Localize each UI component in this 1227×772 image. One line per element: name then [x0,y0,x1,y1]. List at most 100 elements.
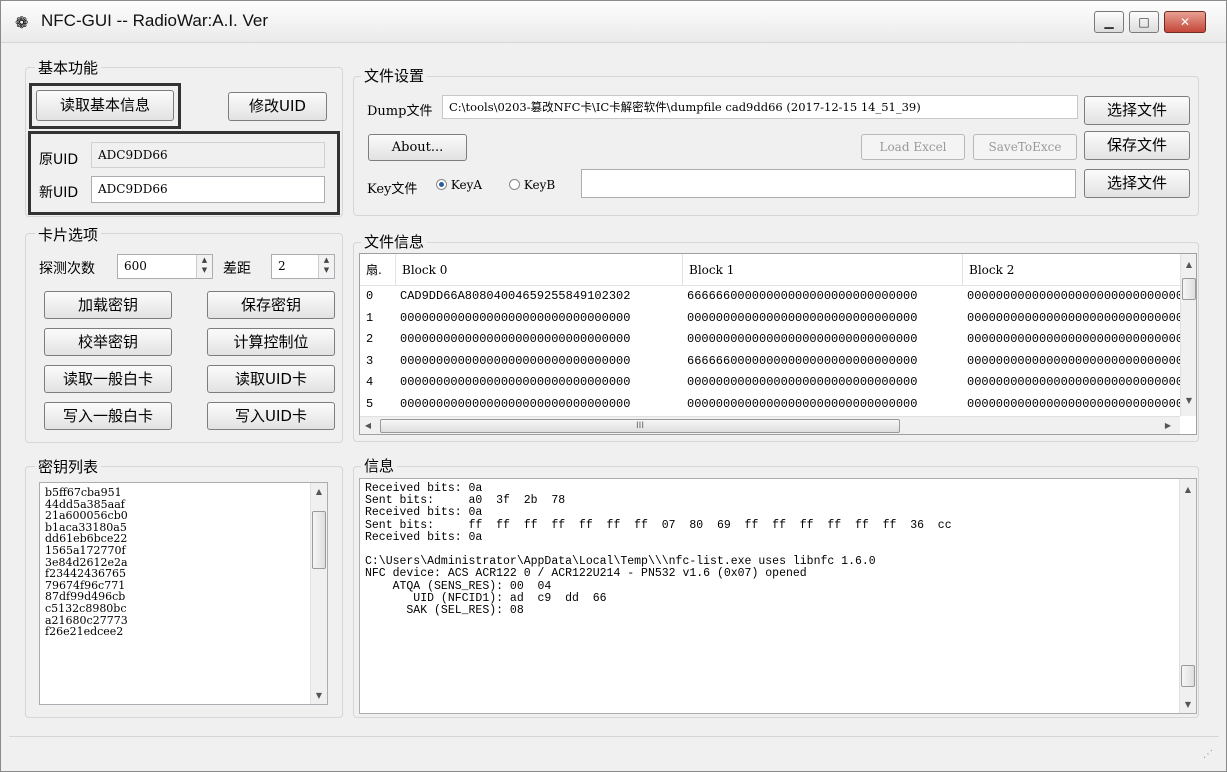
table-scroll-up-icon[interactable]: ▲ [1181,260,1196,269]
key-file-input[interactable] [581,169,1076,198]
dump-file-path: C:\tools\0203-篡改NFC卡\IC卡解密软件\dumpfile ca… [442,95,1078,119]
minimize-button[interactable]: ▁ [1094,11,1124,33]
block-cell: 00000000000000000000000000000000 [400,375,631,389]
title-bar[interactable]: ❁ NFC-GUI -- RadioWar:A.I. Ver ▁ □ ✕ [1,1,1226,43]
write-normal-card-button[interactable]: 写入一般白卡 [44,402,172,430]
read-normal-card-button[interactable]: 读取一般白卡 [44,365,172,393]
key-list-box[interactable]: b5ff67cba951 44dd5a385aaf 21a600056cb0 b1ac… [39,482,328,705]
key-b-option[interactable]: KeyB [509,178,555,192]
info-log-line: ATQA (SENS_RES): 00 04 [365,579,552,593]
key-list-item[interactable]: f26e21edcee2 [40,626,327,638]
app-window: ❁ NFC-GUI -- RadioWar:A.I. Ver ▁ □ ✕ 基本功… [0,0,1227,772]
block-cell: 00000000000000000000000000000000 [687,310,918,325]
block-cell: 66666600000000000000000000000000 [687,353,918,368]
info-scroll-down-icon[interactable]: ▼ [1180,700,1196,709]
table-scroll-right-icon[interactable]: ▶ [1160,421,1176,430]
table-row[interactable]: 4 00000000000000000000000000000000 0000000… [360,374,1180,391]
diff-spin-icon[interactable]: ▲ ▼ [318,255,334,278]
info-log-line: Sent bits: ff ff ff ff ff ff ff 07 80 69… [365,518,952,532]
orig-uid-field: ADC9DD66 [91,142,325,168]
app-logo-icon: ❁ [15,13,29,32]
info-log-lines: Received bits: 0a Sent bits: a0 3f 2b 78 R… [360,479,1196,617]
diff-stepper[interactable]: 2 ▲ ▼ [271,254,335,279]
key-file-label: Key文件 [367,182,418,197]
probe-count-spin-icon[interactable]: ▲ ▼ [196,255,212,278]
key-b-radio-icon[interactable] [509,179,520,190]
info-log-line: SAK (SEL_RES): 08 [365,604,524,618]
probe-count-value: 600 [124,259,147,273]
calc-control-bits-button[interactable]: 计算控制位 [207,328,335,356]
read-basic-info-button[interactable]: 读取基本信息 [36,90,174,121]
load-keys-button[interactable]: 加载密钥 [44,291,172,319]
table-header: 扇. Block 0 Block 1 Block 2 [360,254,1180,286]
info-scroll-thumb[interactable] [1181,665,1195,687]
diff-value: 2 [278,259,286,273]
info-scrollbar[interactable]: ▲ ▼ [1179,479,1196,713]
key-list-item[interactable]: c5132c8980bc [40,603,327,615]
key-list-lines: b5ff67cba951 44dd5a385aaf 21a600056cb0 b1ac… [40,483,327,638]
probe-count-stepper[interactable]: 600 ▲ ▼ [117,254,213,279]
save-keys-button[interactable]: 保存密钥 [207,291,335,319]
table-v-scroll-thumb[interactable] [1182,278,1196,300]
table-row[interactable]: 1 00000000000000000000000000000000 0000000… [360,310,1180,327]
table-h-scroll-thumb[interactable]: III [380,419,900,433]
sector-data-table[interactable]: 扇. Block 0 Block 1 Block 2 0 CAD9DD66A808… [359,253,1197,435]
scroll-up-icon[interactable]: ▲ [311,487,327,496]
table-scroll-left-icon[interactable]: ◀ [360,421,376,430]
key-a-label: KeyA [450,178,483,192]
new-uid-label: 新UID [39,185,79,201]
new-uid-input[interactable]: ADC9DD66 [91,176,325,203]
save-file-button[interactable]: 保存文件 [1084,131,1190,160]
key-list-scrollbar[interactable]: ▲ ▼ [310,483,327,704]
table-h-scrollbar[interactable]: ◀ III ▶ [360,416,1180,434]
table-scroll-down-icon[interactable]: ▼ [1181,396,1196,405]
info-log-line: Received bits: 0a [365,530,483,544]
maximize-button[interactable]: □ [1129,11,1159,33]
block-cell: 00000000000000000000000000000000 [967,289,1180,303]
block-cell: 00000000000000000000000000000000 [400,332,631,346]
block-cell: 00000000000000000000000000000000 [687,396,918,411]
load-excel-button[interactable]: Load Excel [861,134,965,160]
sector-cell: 5 [366,396,374,411]
col-sector[interactable]: 扇. [360,254,396,286]
key-list-item[interactable]: b5ff67cba951 [40,487,327,499]
table-row[interactable]: 3 00000000000000000000000000000000 6666660… [360,353,1180,370]
col-block-0[interactable]: Block 0 [396,254,683,286]
choose-key-file-button[interactable]: 选择文件 [1084,169,1190,198]
key-a-option[interactable]: KeyA [436,178,482,192]
enumerate-keys-button[interactable]: 校举密钥 [44,328,172,356]
dump-file-label: Dump文件 [367,104,433,119]
info-scroll-up-icon[interactable]: ▲ [1180,485,1196,494]
key-b-label: KeyB [523,178,556,192]
status-bar: ⋰ [9,736,1219,764]
key-list-scroll-thumb[interactable] [312,511,326,569]
info-log-box[interactable]: Received bits: 0a Sent bits: a0 3f 2b 78 R… [359,478,1197,714]
key-list-title: 密钥列表 [35,458,102,476]
block-cell: 00000000000000000000000000000000 [967,332,1180,346]
orig-uid-label: 原UID [39,152,79,168]
resize-grip-icon[interactable]: ⋰ [1203,749,1213,760]
file-info-title: 文件信息 [361,233,428,251]
table-v-scrollbar[interactable]: ▲ ▼ [1180,254,1196,416]
read-uid-card-button[interactable]: 读取UID卡 [207,365,335,393]
block-cell: 00000000000000000000000000000000 [400,353,631,368]
block-cell: 00000000000000000000000000000000 [687,332,918,346]
save-to-excel-button[interactable]: SaveToExce [973,134,1077,160]
table-row[interactable]: 0 CAD9DD66A8080400465925584910230​2 666666… [360,288,1180,305]
key-list-item[interactable]: f23442436765 [40,568,327,580]
col-block-1[interactable]: Block 1 [683,254,963,286]
sector-cell: 3 [366,353,374,368]
write-uid-card-button[interactable]: 写入UID卡 [207,402,335,430]
close-button[interactable]: ✕ [1164,11,1206,33]
choose-dump-file-button[interactable]: 选择文件 [1084,96,1190,125]
col-block-2[interactable]: Block 2 [963,254,1183,286]
scroll-down-icon[interactable]: ▼ [311,691,327,700]
card-options-title: 卡片选项 [35,226,102,244]
block-cell: 00000000000000000000000000000000 [967,353,1180,368]
key-list-item[interactable]: 1565a172770f [40,545,327,557]
modify-uid-button[interactable]: 修改UID [228,92,327,121]
key-a-radio-icon[interactable] [436,179,447,190]
about-button[interactable]: About... [368,134,467,161]
table-row[interactable]: 5 00000000000000000000000000000000 0000000… [360,396,1180,413]
table-row[interactable]: 2 00000000000000000000000000000000 0000000… [360,331,1180,348]
